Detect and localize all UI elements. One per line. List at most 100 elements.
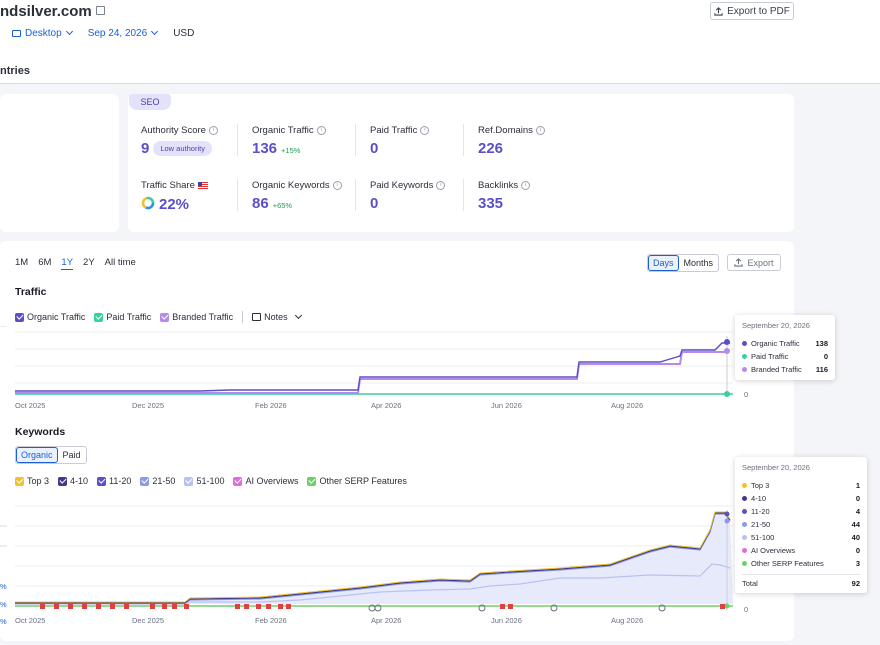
legend-ai-overviews[interactable]: AI Overviews xyxy=(233,476,298,486)
notes-dropdown[interactable]: Notes xyxy=(252,311,302,322)
tooltip-label: 21-50 xyxy=(751,520,771,529)
serp-marker xyxy=(124,604,129,609)
series-dot xyxy=(742,483,747,488)
traffic-x-tick: Apr 2026 xyxy=(371,401,402,410)
metric-label: Backlinks xyxy=(478,180,519,191)
metric-value[interactable]: 9 xyxy=(141,140,149,157)
checkbox-icon xyxy=(140,476,150,486)
traffic-tooltip: September 20, 2026 Organic Traffic 138 Pa… xyxy=(735,315,835,380)
info-icon[interactable]: i xyxy=(208,126,218,135)
tooltip-total-label: Total xyxy=(742,579,758,588)
tooltip-value: 138 xyxy=(815,339,828,348)
legend-branded-traffic[interactable]: Branded Traffic xyxy=(160,312,233,322)
info-icon[interactable]: i xyxy=(521,181,531,190)
tooltip-label: 51-100 xyxy=(751,533,775,542)
seo-tab[interactable]: SEO xyxy=(129,94,171,110)
section-label-partial: ntries xyxy=(0,65,30,77)
metric-backlinks: Backlinks i 335 xyxy=(478,180,531,212)
traffic-x-tick: Oct 2025 xyxy=(15,401,46,410)
tooltip-label: 11-20 xyxy=(751,507,770,516)
legend-paid-traffic[interactable]: Paid Traffic xyxy=(94,312,151,322)
serp-marker xyxy=(500,604,505,609)
metric-value[interactable]: 335 xyxy=(478,195,503,212)
range-1y[interactable]: 1Y xyxy=(61,257,74,270)
metric-label: Authority Score xyxy=(141,125,206,136)
traffic-title: Traffic xyxy=(15,286,47,298)
tooltip-date: September 20, 2026 xyxy=(742,321,810,330)
metric-paid-keywords: Paid Keywords i 0 xyxy=(370,180,446,212)
legend-label: Branded Traffic xyxy=(172,312,234,322)
months-button[interactable]: Months xyxy=(679,255,719,271)
date-filter[interactable]: Sep 24, 2026 xyxy=(87,27,159,39)
legend-other-serp-features[interactable]: Other SERP Features xyxy=(307,476,407,486)
checkbox-icon xyxy=(97,476,107,486)
metric-organic-keywords: Organic Keywords i 86 +65% xyxy=(252,180,342,212)
serp-marker xyxy=(172,604,177,609)
serp-marker xyxy=(150,604,155,609)
date-label: Sep 24, 2026 xyxy=(87,28,148,39)
organic-tab[interactable]: Organic xyxy=(16,447,58,463)
serp-marker xyxy=(508,604,513,609)
serp-marker xyxy=(162,604,167,609)
legend-top-3[interactable]: Top 3 xyxy=(15,476,49,486)
checkbox-icon xyxy=(307,476,317,486)
metric-value[interactable]: 0 xyxy=(370,140,378,157)
range-6m[interactable]: 6M xyxy=(38,257,51,270)
tooltip-label: AI Overviews xyxy=(751,546,796,555)
serp-marker xyxy=(266,604,271,609)
keywords-title: Keywords xyxy=(15,426,66,438)
range-all-time[interactable]: All time xyxy=(105,257,136,270)
export-button[interactable]: Export xyxy=(727,254,781,271)
left-partial-card xyxy=(0,94,119,232)
info-icon[interactable]: i xyxy=(420,126,430,135)
tooltip-value: 0 xyxy=(823,352,828,361)
divider xyxy=(237,179,238,211)
info-icon[interactable]: i xyxy=(535,126,545,135)
metric-value[interactable]: 226 xyxy=(478,140,503,157)
domain-text: ndsilver.com xyxy=(0,3,92,20)
legend-organic-traffic[interactable]: Organic Traffic xyxy=(15,312,85,322)
serp-marker xyxy=(54,604,59,609)
upload-icon xyxy=(734,258,744,267)
external-link-icon[interactable] xyxy=(95,6,105,15)
info-icon[interactable]: i xyxy=(332,181,342,190)
divider xyxy=(463,179,464,211)
currency-filter[interactable]: USD xyxy=(173,28,194,39)
edge-label: % xyxy=(0,617,7,626)
traffic-y-zero: 0 xyxy=(744,390,749,399)
tooltip-total-value: 92 xyxy=(851,579,860,588)
legend-4-10[interactable]: 4-10 xyxy=(58,476,88,486)
keywords-type-toggle: Organic Paid xyxy=(15,446,87,464)
metric-label: Organic Traffic xyxy=(252,125,314,136)
us-flag-icon xyxy=(197,182,208,189)
legend-11-20[interactable]: 11-20 xyxy=(97,476,131,486)
days-button[interactable]: Days xyxy=(648,255,679,271)
serp-marker xyxy=(235,604,240,609)
tooltip-label: Other SERP Features xyxy=(751,559,824,568)
metric-value[interactable]: 22% xyxy=(159,196,189,213)
metric-value[interactable]: 86 xyxy=(252,195,269,212)
device-filter[interactable]: Desktop xyxy=(12,27,73,39)
tooltip-row: 4-10 0 xyxy=(742,492,860,505)
info-icon[interactable]: i xyxy=(316,126,326,135)
checkbox-icon xyxy=(15,312,24,322)
paid-tab[interactable]: Paid xyxy=(58,447,86,463)
metric-value[interactable]: 136 xyxy=(252,140,277,157)
metric-organic-traffic: Organic Traffic i 136 +15% xyxy=(252,125,326,157)
range-1m[interactable]: 1M xyxy=(15,257,28,270)
paid-point xyxy=(724,391,730,397)
metric-traffic-share: Traffic Share 22% xyxy=(141,180,208,213)
legend-51-100[interactable]: 51-100 xyxy=(184,476,224,486)
export-pdf-button[interactable]: Export to PDF xyxy=(710,2,794,20)
domain-title[interactable]: ndsilver.com xyxy=(0,3,105,20)
keywords-point xyxy=(724,603,730,609)
series-dot xyxy=(742,509,747,514)
metric-label: Paid Traffic xyxy=(370,125,418,136)
range-2y[interactable]: 2Y xyxy=(83,257,95,270)
tooltip-label: Organic Traffic xyxy=(751,339,800,348)
metric-value[interactable]: 0 xyxy=(370,195,378,212)
legend-21-50[interactable]: 21-50 xyxy=(140,476,175,486)
metric-label: Organic Keywords xyxy=(252,180,330,191)
info-icon[interactable]: i xyxy=(436,181,446,190)
chevron-down-icon xyxy=(151,27,159,36)
